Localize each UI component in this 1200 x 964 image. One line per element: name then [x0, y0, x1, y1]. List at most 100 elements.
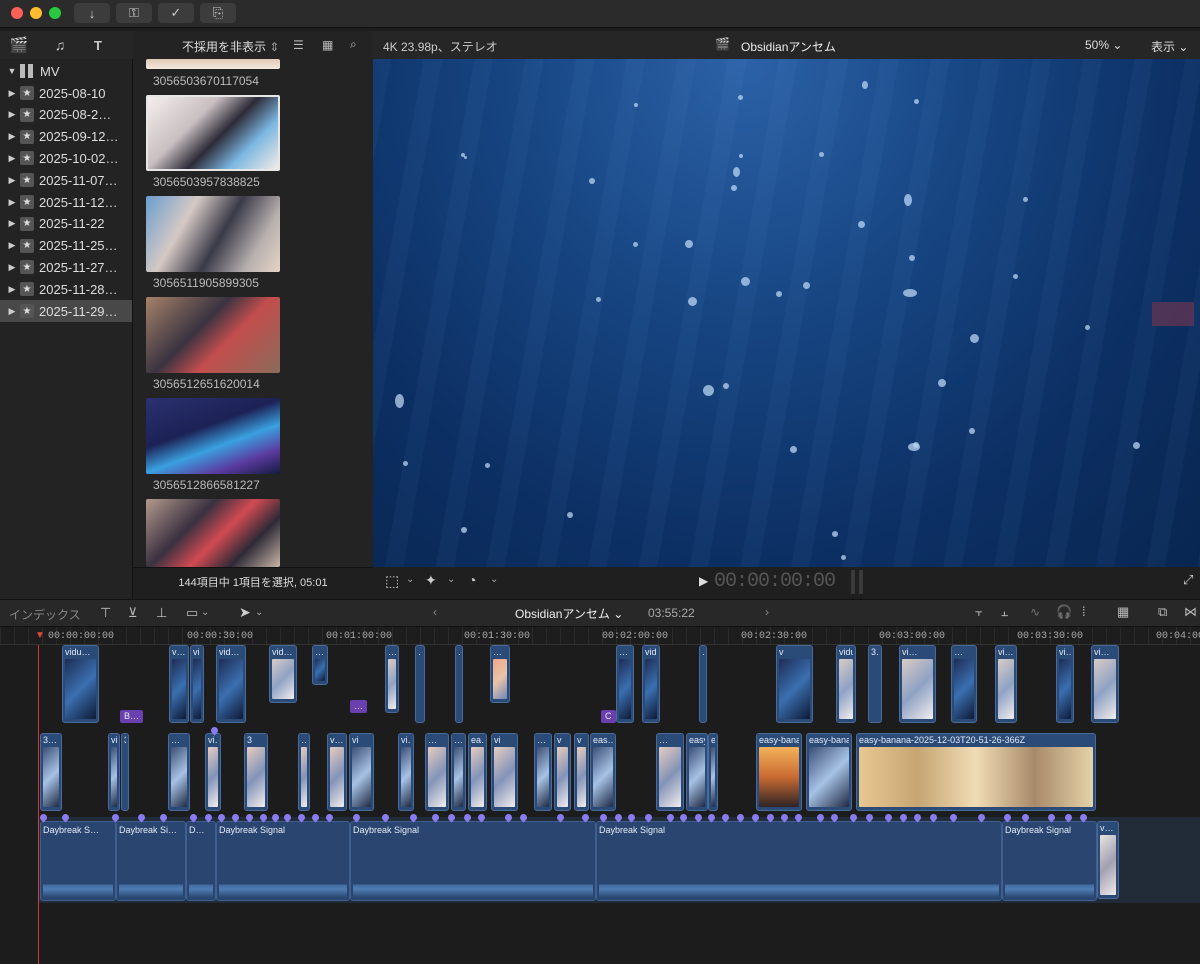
- timeline-clip[interactable]: easy-banana-2025-12-03T20-51-26-366Z: [756, 733, 802, 811]
- timeline-clip[interactable]: ea…: [468, 733, 487, 811]
- timeline-clip[interactable]: vi…: [995, 645, 1017, 723]
- timeline-clip[interactable]: …: [455, 645, 463, 723]
- audio-clip[interactable]: Daybreak Signal: [216, 821, 350, 901]
- clip-thumbnail[interactable]: [146, 499, 280, 567]
- chevron-down-icon[interactable]: ⌄: [447, 574, 455, 585]
- audio-clip[interactable]: Daybreak S…: [40, 821, 116, 901]
- timeline-clip[interactable]: …: [656, 733, 684, 811]
- timeline-clip[interactable]: …: [298, 733, 310, 811]
- event-row[interactable]: ▶ ★ 2025-11-12…: [0, 191, 132, 213]
- timeline-clip[interactable]: vid…: [216, 645, 246, 723]
- event-row[interactable]: ▶ ★ 2025-08-2…: [0, 104, 132, 126]
- timeline-clip[interactable]: …: [415, 645, 425, 723]
- titles-generators-icon[interactable]: T: [89, 36, 107, 54]
- skimming-icon[interactable]: ⫟: [975, 605, 982, 620]
- snapping-icon[interactable]: ⁞: [1082, 604, 1086, 619]
- minimize-window-button[interactable]: [30, 7, 42, 19]
- photos-audio-icon[interactable]: ♫: [51, 36, 69, 54]
- audio-clip[interactable]: Daybreak Signal: [350, 821, 596, 901]
- timeline-clip[interactable]: vi…: [398, 733, 414, 811]
- fullscreen-icon[interactable]: ⤢: [1183, 572, 1193, 588]
- insert-clip-icon[interactable]: ⊻: [128, 605, 138, 621]
- play-icon[interactable]: ▶: [699, 574, 708, 588]
- timeline-clip[interactable]: v…: [169, 645, 189, 723]
- timeline-clip[interactable]: eas…: [590, 733, 616, 811]
- zoom-menu[interactable]: 50% ⌄: [1085, 38, 1122, 52]
- effects-browser-icon[interactable]: ⧉: [1158, 604, 1167, 620]
- event-row[interactable]: ▶ ★ 2025-08-10: [0, 82, 132, 104]
- role-badge[interactable]: …: [350, 700, 367, 713]
- timeline-clip[interactable]: …: [616, 645, 634, 723]
- history-forward-icon[interactable]: ›: [765, 605, 769, 619]
- timeline-clip[interactable]: v…: [327, 733, 347, 811]
- chevron-down-icon[interactable]: ⌄: [406, 574, 414, 585]
- timeline-clip[interactable]: vi…: [1056, 645, 1074, 723]
- clip-appearance-icon[interactable]: ☰: [293, 38, 304, 52]
- timeline-ruler[interactable]: 00:00:00:00 00:00:30:00 00:01:00:00 00:0…: [0, 627, 1200, 645]
- clip-thumbnail[interactable]: [146, 398, 280, 474]
- timeline-clip[interactable]: …: [312, 645, 328, 685]
- audio-skimming-icon[interactable]: ⫠: [1001, 605, 1008, 620]
- event-row[interactable]: ▶ ★ 2025-11-28…: [0, 278, 132, 300]
- timeline-clip[interactable]: …: [451, 733, 466, 811]
- timeline-clip[interactable]: …: [699, 645, 707, 723]
- timeline-clip[interactable]: easy-b…: [686, 733, 708, 811]
- library-row[interactable]: ▼ MV: [0, 60, 132, 82]
- event-row[interactable]: ▶ ★ 2025-09-12…: [0, 126, 132, 148]
- event-row[interactable]: ▶ ★ 2025-11-07…: [0, 169, 132, 191]
- timeline-clip[interactable]: vidu…: [642, 645, 660, 723]
- timeline-clip[interactable]: vi…: [1091, 645, 1119, 723]
- event-row[interactable]: ▶ ★ 2025-11-25…: [0, 235, 132, 257]
- clip-thumbnail[interactable]: [146, 59, 280, 69]
- event-row[interactable]: ▶ ★ 2025-10-02…: [0, 147, 132, 169]
- disclosure-closed-icon[interactable]: ▶: [6, 284, 18, 295]
- filter-menu[interactable]: 不採用を非表示 ⇕: [182, 38, 279, 55]
- enhance-wand-icon[interactable]: ✦: [425, 572, 437, 589]
- disclosure-closed-icon[interactable]: ▶: [6, 218, 18, 229]
- timeline-clip[interactable]: …: [490, 645, 510, 703]
- timeline-clip[interactable]: vi: [491, 733, 518, 811]
- disclosure-closed-icon[interactable]: ▶: [6, 109, 18, 120]
- timeline-clip[interactable]: easy-banana-2025-12-03T20-51-26-366Z: [856, 733, 1096, 811]
- timeline-clip[interactable]: vidu…: [836, 645, 856, 723]
- disclosure-closed-icon[interactable]: ▶: [6, 88, 18, 99]
- search-icon[interactable]: ⌕: [350, 37, 357, 52]
- append-clip-icon[interactable]: ⊥: [156, 605, 167, 621]
- transform-icon[interactable]: ⬚: [385, 572, 399, 590]
- timeline-clip[interactable]: …: [951, 645, 977, 723]
- timeline-clip[interactable]: …: [534, 733, 552, 811]
- timeline-clip[interactable]: …: [425, 733, 449, 811]
- timeline-clip[interactable]: v…: [1097, 821, 1119, 899]
- view-menu[interactable]: 表示 ⌄: [1151, 38, 1188, 55]
- timeline-clip[interactable]: …: [385, 645, 399, 713]
- transitions-browser-icon[interactable]: ⋈: [1184, 604, 1197, 620]
- select-tool-icon[interactable]: ➤: [239, 604, 251, 621]
- disclosure-open-icon[interactable]: ▼: [6, 66, 18, 76]
- timeline-clip[interactable]: vi…: [205, 733, 221, 811]
- timeline-clip[interactable]: 3…: [868, 645, 882, 723]
- keyword-button[interactable]: ⚿: [116, 3, 152, 23]
- disclosure-closed-icon[interactable]: ▶: [6, 175, 18, 186]
- role-badge[interactable]: B…: [120, 710, 144, 723]
- timeline-clip[interactable]: vi…: [899, 645, 936, 723]
- timeline-clip[interactable]: vidu…: [62, 645, 99, 723]
- close-window-button[interactable]: [11, 7, 23, 19]
- headphones-icon[interactable]: 🎧: [1056, 604, 1072, 620]
- clip-thumbnail[interactable]: [146, 297, 280, 373]
- event-row[interactable]: ▶ ★ 2025-11-27…: [0, 256, 132, 278]
- share-button[interactable]: ⎘: [200, 3, 236, 23]
- timeline-tracks[interactable]: vidu…v…vivid…vid…………………vidu……vvidu…3…vi……: [0, 645, 1200, 964]
- history-back-icon[interactable]: ‹: [433, 605, 437, 619]
- timeline-clip[interactable]: 3: [244, 733, 268, 811]
- libraries-clapper-icon[interactable]: 🎬: [10, 36, 29, 54]
- filmstrip-icon[interactable]: ▦: [322, 38, 333, 52]
- disclosure-closed-icon[interactable]: ▶: [6, 262, 18, 273]
- audio-clip[interactable]: D…: [186, 821, 216, 901]
- playhead[interactable]: [38, 645, 39, 964]
- timeline-clip[interactable]: vid…: [269, 645, 297, 703]
- audio-clip[interactable]: Daybreak Signal: [596, 821, 1002, 901]
- role-badge[interactable]: C: [601, 710, 616, 723]
- playhead-marker-icon[interactable]: ▼: [35, 630, 45, 641]
- timeline-clip[interactable]: v: [554, 733, 571, 811]
- overwrite-clip-icon[interactable]: ▭: [186, 605, 198, 621]
